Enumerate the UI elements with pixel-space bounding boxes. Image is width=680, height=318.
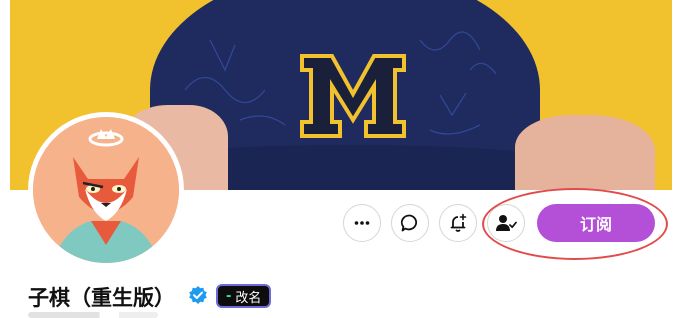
rename-button[interactable]: - 改名 <box>216 284 272 308</box>
message-button[interactable] <box>391 204 429 242</box>
following-button[interactable] <box>487 204 525 242</box>
verified-badge-icon <box>189 286 207 304</box>
notify-button[interactable] <box>439 204 477 242</box>
avatar-image <box>33 117 179 263</box>
bell-plus-icon <box>450 213 467 232</box>
chat-bubble-icon <box>400 214 418 232</box>
cap-letter: M <box>353 109 354 111</box>
rename-label: 改名 <box>235 290 262 306</box>
rename-marker: - <box>226 288 232 304</box>
cropped-subtext <box>28 312 158 318</box>
cap-m-logo: M <box>300 54 406 138</box>
more-horizontal-icon <box>354 221 370 225</box>
avatar[interactable] <box>28 112 184 268</box>
right-hand <box>515 115 655 190</box>
fox-illustration <box>33 117 179 263</box>
more-button[interactable] <box>343 204 381 242</box>
user-check-icon <box>496 215 517 231</box>
subscribe-button[interactable]: 订阅 <box>537 204 655 242</box>
display-name: 子棋（重生版） <box>28 286 175 310</box>
